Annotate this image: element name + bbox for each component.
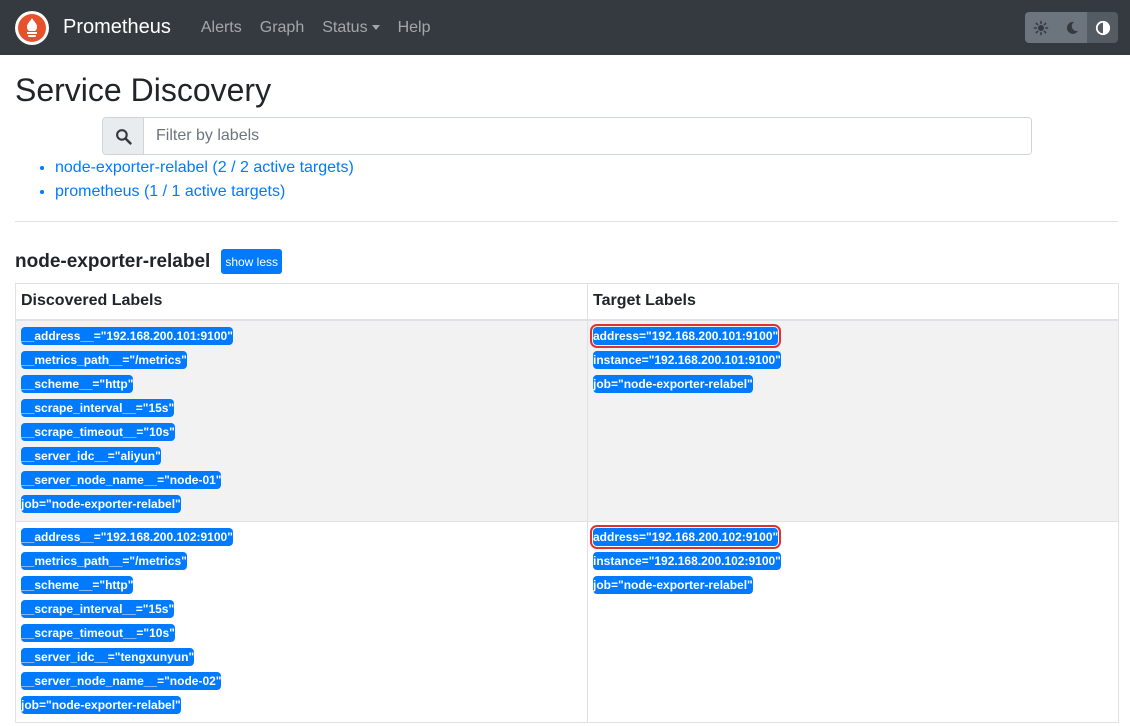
page-title: Service Discovery — [15, 72, 272, 108]
target-labels-cell: address="192.168.200.101:9100" instance=… — [587, 319, 1119, 522]
label-badge: __server_idc__="aliyun" — [21, 446, 161, 465]
label-badge-highlighted: address="192.168.200.102:9100" — [589, 524, 782, 549]
label-badge: __server_node_name__="node-01" — [21, 470, 222, 489]
label-badge: job="node-exporter-relabel" — [21, 695, 181, 714]
header-target-labels: Target Labels — [587, 283, 1119, 321]
label-badge: __metrics_path__="/metrics" — [21, 551, 187, 570]
search-icon — [115, 128, 132, 145]
labels-table: Discovered Labels Target Labels __addres… — [15, 283, 1119, 723]
moon-icon — [1066, 21, 1078, 34]
pool-list-item: prometheus (1 / 1 active targets) — [55, 180, 1118, 204]
label-badge: __address__="192.168.200.102:9100" — [21, 527, 233, 546]
discovered-labels-cell: __address__="192.168.200.101:9100" __met… — [15, 319, 588, 522]
table-row: __address__="192.168.200.102:9100" __met… — [15, 520, 1119, 723]
header-discovered-labels: Discovered Labels — [15, 283, 588, 321]
nav-help[interactable]: Help — [398, 19, 431, 37]
main-content: Service Discovery node-exporter-relabel … — [0, 71, 1130, 723]
theme-switcher — [1025, 12, 1118, 43]
label-badge: instance="192.168.200.101:9100" — [593, 350, 781, 369]
prometheus-logo-icon[interactable] — [15, 10, 49, 45]
theme-dark-button[interactable] — [1056, 12, 1087, 43]
search-addon — [103, 118, 144, 154]
filter-box — [102, 117, 1032, 155]
label-badge: __address__="192.168.200.101:9100" — [21, 326, 233, 345]
label-badge: job="node-exporter-relabel" — [593, 374, 753, 393]
nav-status-dropdown[interactable]: Status — [322, 18, 380, 37]
pool-link-node-exporter-relabel[interactable]: node-exporter-relabel (2 / 2 active targ… — [55, 159, 354, 176]
pool-list-item: node-exporter-relabel (2 / 2 active targ… — [55, 156, 1118, 180]
pool-link-prometheus[interactable]: prometheus (1 / 1 active targets) — [55, 183, 285, 200]
divider — [15, 221, 1118, 222]
pool-list: node-exporter-relabel (2 / 2 active targ… — [15, 156, 1118, 204]
label-badge-highlighted: address="192.168.200.101:9100" — [589, 323, 782, 348]
pool-title: node-exporter-relabel — [15, 250, 211, 272]
label-badge: __server_node_name__="node-02" — [21, 671, 222, 690]
nav-status-label: Status — [322, 18, 368, 36]
label-badge: __scrape_interval__="15s" — [21, 398, 175, 417]
target-labels-cell: address="192.168.200.102:9100" instance=… — [587, 520, 1119, 723]
theme-light-button[interactable] — [1025, 12, 1056, 43]
contrast-icon — [1095, 20, 1110, 35]
brand-name[interactable]: Prometheus — [63, 16, 171, 39]
discovered-labels-cell: __address__="192.168.200.102:9100" __met… — [15, 520, 588, 723]
label-badge: __scheme__="http" — [21, 374, 134, 393]
show-less-button[interactable]: show less — [221, 249, 283, 274]
label-badge: __scrape_timeout__="10s" — [21, 422, 175, 441]
label-badge: job="node-exporter-relabel" — [21, 494, 181, 513]
top-navbar: Prometheus Alerts Graph Status Help — [0, 0, 1130, 55]
table-row: __address__="192.168.200.101:9100" __met… — [15, 319, 1119, 522]
label-badge: __metrics_path__="/metrics" — [21, 350, 187, 369]
nav-graph[interactable]: Graph — [260, 19, 304, 37]
chevron-down-icon — [371, 25, 380, 30]
label-badge: job="node-exporter-relabel" — [593, 575, 753, 594]
label-badge: instance="192.168.200.102:9100" — [593, 551, 781, 570]
label-badge: __scrape_timeout__="10s" — [21, 623, 175, 642]
label-badge: __scrape_interval__="15s" — [21, 599, 175, 618]
sun-icon — [1033, 20, 1048, 35]
theme-auto-button[interactable] — [1087, 12, 1118, 43]
label-badge: __server_idc__="tengxunyun" — [21, 647, 195, 666]
nav-alerts[interactable]: Alerts — [201, 19, 242, 37]
label-badge: __scheme__="http" — [21, 575, 134, 594]
filter-input[interactable] — [144, 118, 1031, 154]
pool-header: node-exporter-relabel show less — [15, 249, 1118, 274]
